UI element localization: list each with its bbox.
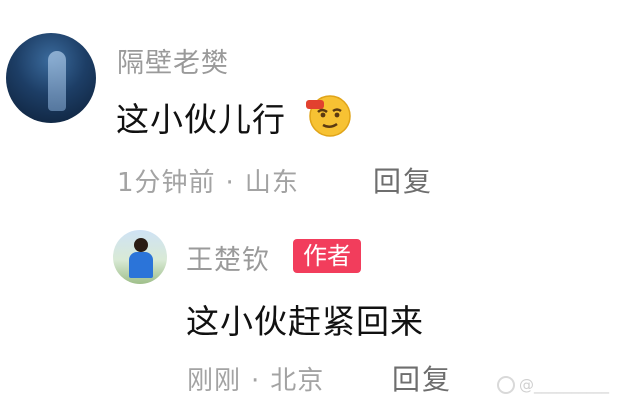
reply-time: 刚刚 bbox=[187, 366, 242, 396]
reply-reply-button[interactable]: 回复 bbox=[392, 358, 452, 398]
avatar-main[interactable] bbox=[6, 33, 96, 123]
meta-separator: · bbox=[251, 366, 261, 396]
reply-location: 北京 bbox=[270, 366, 325, 396]
comment-location: 山东 bbox=[244, 168, 299, 198]
reply-meta: 刚刚 · 北京 bbox=[187, 360, 324, 397]
watermark: @__________ bbox=[497, 374, 625, 396]
watermark-text: @__________ bbox=[519, 376, 609, 394]
meta-separator: · bbox=[225, 168, 235, 198]
reply-text: 这小伙赶紧回来 bbox=[186, 302, 424, 341]
comment-time: 1分钟前 bbox=[117, 168, 216, 198]
comment-username[interactable]: 隔壁老樊 bbox=[117, 41, 229, 80]
avatar-body bbox=[129, 252, 153, 278]
avatar-figure bbox=[48, 51, 66, 111]
smirk-wink-emoji-icon bbox=[306, 95, 351, 137]
avatar-head bbox=[134, 238, 148, 252]
comment-text: 这小伙儿行 bbox=[116, 100, 286, 139]
avatar-reply[interactable] bbox=[113, 230, 167, 284]
comment-reply-button[interactable]: 回复 bbox=[373, 160, 433, 200]
comment-meta: 1分钟前 · 山东 bbox=[117, 162, 299, 199]
author-badge: 作者 bbox=[293, 239, 361, 273]
weibo-icon bbox=[497, 376, 515, 394]
reply-username[interactable]: 王楚钦 bbox=[186, 238, 270, 277]
